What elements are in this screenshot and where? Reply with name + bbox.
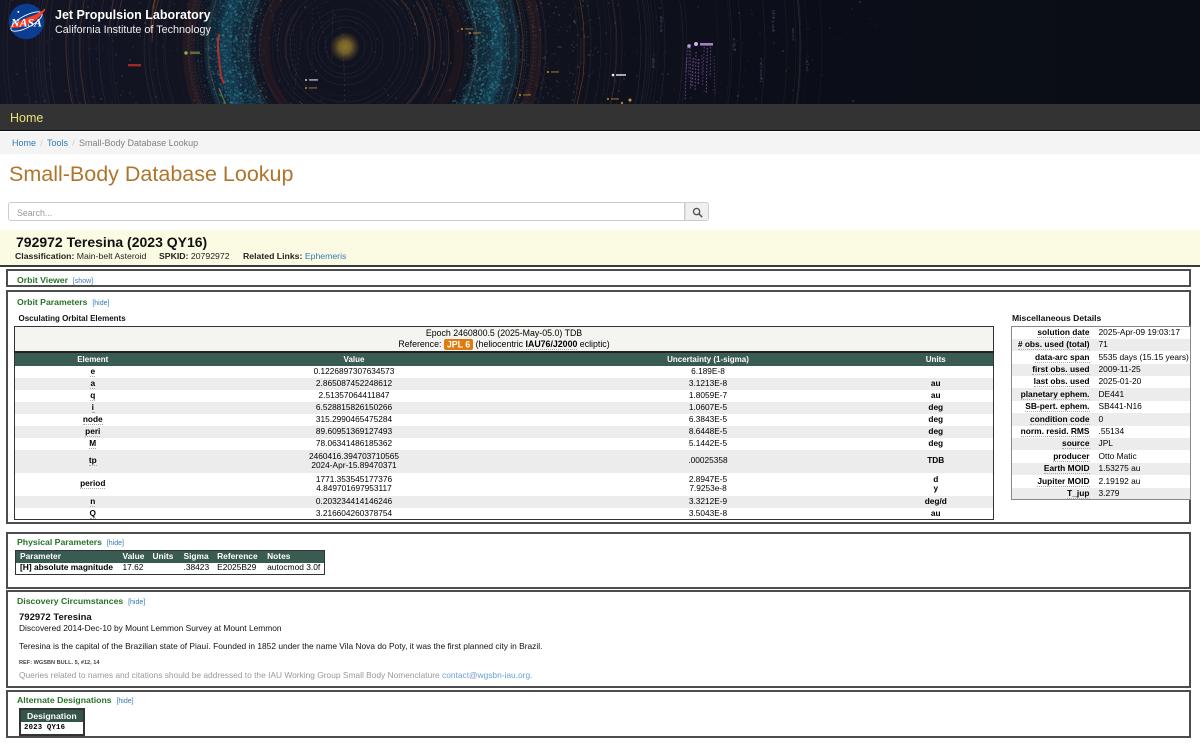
svg-text:M=E-e sinE: M=E-e sinE bbox=[771, 10, 776, 33]
svg-text:tan v/2: tan v/2 bbox=[791, 28, 796, 41]
svg-text:a(1-e): a(1-e) bbox=[805, 60, 810, 71]
svg-text:r=a(1-ecosE): r=a(1-ecosE) bbox=[759, 58, 764, 82]
svg-text:n=2p/P: n=2p/P bbox=[732, 38, 737, 52]
svg-text:dM=n dt: dM=n dt bbox=[659, 16, 664, 33]
svg-text:dE/dt: dE/dt bbox=[651, 58, 656, 69]
svg-text:NASA: NASA bbox=[10, 16, 42, 30]
